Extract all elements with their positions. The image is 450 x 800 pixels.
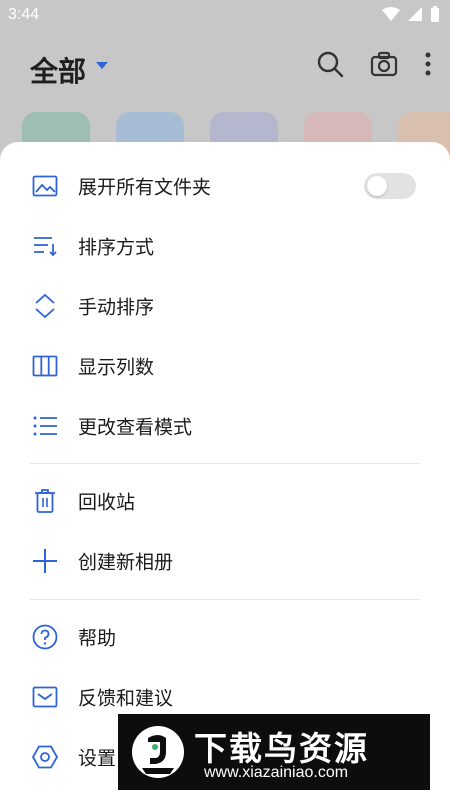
menu-item-expand-all-folders[interactable]: 展开所有文件夹 — [0, 156, 450, 216]
menu-item-help[interactable]: 帮助 — [0, 607, 450, 667]
menu-item-label: 展开所有文件夹 — [78, 176, 212, 199]
menu-item-label: 设置 — [78, 747, 117, 770]
menu-item-label: 帮助 — [78, 627, 117, 650]
columns-icon — [30, 351, 60, 381]
menu-item-manual-sort[interactable]: 手动排序 — [0, 276, 450, 336]
toggle-knob — [367, 176, 387, 196]
menu-item-sort-by[interactable]: 排序方式 — [0, 216, 450, 276]
watermark-banner: 下载鸟资源 www.xiazainiao.com — [118, 714, 430, 790]
status-bar: 3:44 — [0, 0, 450, 30]
watermark-url: www.xiazainiao.com — [204, 764, 349, 781]
menu-item-recycle-bin[interactable]: 回收站 — [0, 471, 450, 531]
search-icon[interactable] — [316, 50, 344, 78]
menu-divider — [30, 599, 420, 600]
menu-item-label: 反馈和建议 — [78, 687, 174, 710]
menu-item-columns[interactable]: 显示列数 — [0, 336, 450, 396]
menu-item-create-album[interactable]: 创建新相册 — [0, 531, 450, 591]
page-title[interactable]: 全部 — [30, 50, 86, 90]
list-view-icon — [30, 411, 60, 441]
signal-icon — [408, 7, 422, 21]
menu-item-label: 排序方式 — [78, 236, 155, 259]
bird-logo-icon — [132, 726, 184, 778]
menu-item-label: 创建新相册 — [78, 551, 174, 574]
watermark-title: 下载鸟资源 — [194, 729, 369, 768]
menu-item-label: 手动排序 — [78, 296, 155, 319]
feedback-icon — [30, 682, 60, 712]
settings-icon — [30, 742, 60, 772]
expand-all-toggle[interactable] — [364, 173, 416, 199]
image-icon — [30, 171, 60, 201]
more-vert-icon[interactable] — [424, 51, 432, 77]
options-bottom-sheet: 展开所有文件夹 排序方式 手动排序 显示列数 更改查看模式 回收站 创建新相册 … — [0, 142, 450, 800]
status-icons — [382, 6, 440, 22]
menu-divider — [30, 463, 420, 464]
toolbar — [316, 50, 432, 78]
help-icon — [30, 622, 60, 652]
status-time: 3:44 — [8, 6, 40, 23]
menu-item-label: 回收站 — [78, 491, 136, 514]
trash-icon — [30, 486, 60, 516]
sort-icon — [30, 231, 60, 261]
plus-icon — [30, 546, 60, 576]
menu-item-label: 更改查看模式 — [78, 416, 193, 439]
drag-sort-icon — [30, 291, 60, 321]
wifi-icon — [382, 7, 400, 21]
chevron-down-icon[interactable] — [96, 62, 108, 69]
menu-item-change-view-mode[interactable]: 更改查看模式 — [0, 396, 450, 456]
battery-icon — [431, 6, 439, 22]
camera-icon[interactable] — [370, 51, 398, 77]
menu-item-label: 显示列数 — [78, 356, 155, 379]
